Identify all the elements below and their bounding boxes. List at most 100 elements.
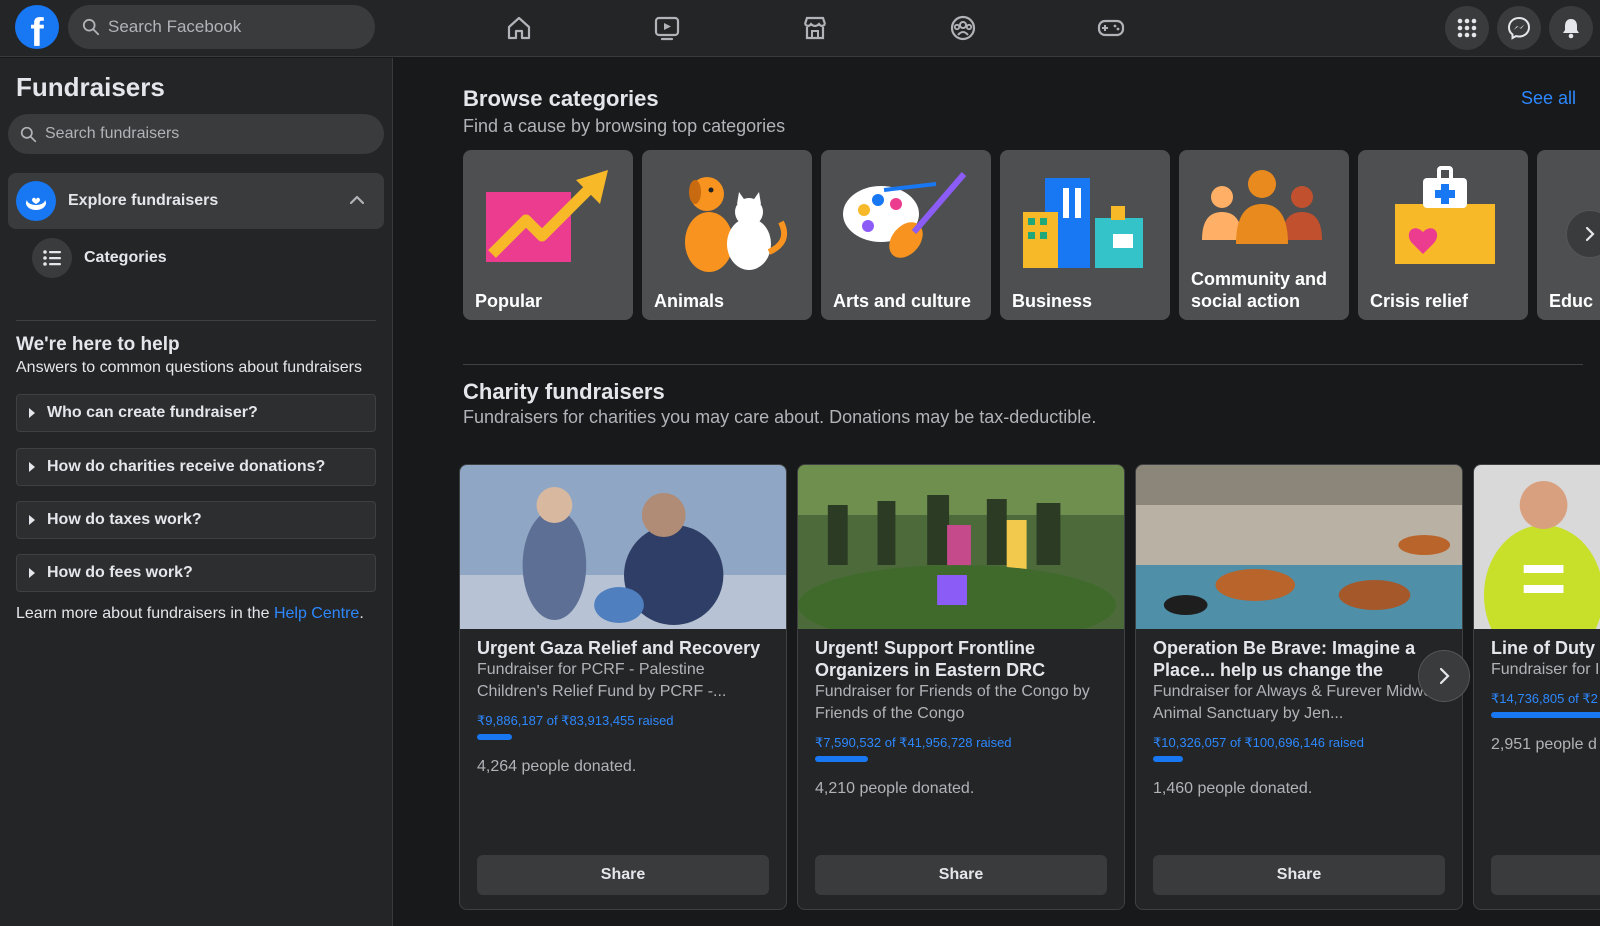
share-button[interactable]: Share bbox=[477, 855, 769, 895]
caret-right-icon bbox=[29, 462, 35, 472]
menu-grid-icon[interactable] bbox=[1445, 6, 1489, 50]
fundraiser-photo bbox=[1474, 465, 1600, 665]
progress-fill bbox=[815, 756, 869, 762]
fundraiser-card[interactable]: Urgent Gaza Relief and Recovery Fundrais… bbox=[459, 464, 787, 910]
fundraiser-card[interactable]: Urgent! Support Frontline Organizers in … bbox=[797, 464, 1125, 910]
learn-more-text: Learn more about fundraisers in the bbox=[16, 605, 274, 622]
fundraiser-details: Urgent! Support Frontline Organizers in … bbox=[815, 637, 1110, 798]
chevron-right-icon bbox=[1585, 226, 1595, 242]
watch-icon[interactable] bbox=[651, 12, 683, 44]
facebook-search-box[interactable] bbox=[68, 5, 375, 49]
fundraiser-organizer: Fundraiser for PCRF - Palestine Children… bbox=[477, 661, 727, 700]
help-centre-note: Learn more about fundraisers in the Help… bbox=[16, 605, 364, 623]
fundraiser-card[interactable]: Operation Be Brave: Imagine a Place... h… bbox=[1135, 464, 1463, 910]
facebook-logo[interactable]: f bbox=[15, 5, 59, 49]
faq-item[interactable]: How do fees work? bbox=[16, 554, 376, 592]
faq-question: Who can create fundraiser? bbox=[47, 404, 258, 421]
donor-count: 4,264 people donated. bbox=[477, 758, 637, 775]
main-content: Browse categories Find a cause by browsi… bbox=[393, 58, 1600, 926]
fundraisers-search-box[interactable] bbox=[8, 114, 384, 154]
notifications-icon[interactable] bbox=[1549, 6, 1593, 50]
category-label: Crisis relief bbox=[1370, 291, 1469, 311]
caret-right-icon bbox=[29, 568, 35, 578]
share-button[interactable]: Share bbox=[815, 855, 1107, 895]
donor-count: 4,210 people donated. bbox=[815, 780, 975, 797]
progress-fill bbox=[1153, 756, 1184, 762]
faq-question: How do charities receive donations? bbox=[47, 458, 326, 475]
category-label: Business bbox=[1012, 291, 1093, 311]
fundraiser-details: Urgent Gaza Relief and Recovery Fundrais… bbox=[477, 637, 772, 776]
category-label: Community and social action bbox=[1191, 269, 1328, 311]
faq-item[interactable]: How do charities receive donations? bbox=[16, 448, 376, 486]
categories-label: Categories bbox=[84, 249, 167, 266]
facebook-search-input[interactable] bbox=[108, 17, 358, 37]
category-card-arts-and-culture[interactable]: Arts and culture bbox=[821, 150, 991, 320]
browse-categories-subtitle: Find a cause by browsing top categories bbox=[463, 116, 786, 136]
progress-bar bbox=[477, 734, 772, 740]
sidebar-divider bbox=[16, 320, 376, 321]
fundraiser-organizer: Fundraiser for Always & Furever Midwest … bbox=[1153, 683, 1445, 722]
fundraiser-details: Line of Duty Joseph McKi Fundraiser for … bbox=[1491, 637, 1600, 754]
faq-item[interactable]: How do taxes work? bbox=[16, 501, 376, 539]
groups-icon[interactable] bbox=[947, 12, 979, 44]
progress-fill bbox=[477, 734, 512, 740]
amount-raised: ₹7,590,532 of ₹41,956,728 raised bbox=[815, 735, 1012, 750]
fundraiser-title[interactable]: Urgent! Support Frontline Organizers in … bbox=[815, 637, 1110, 681]
category-label: Popular bbox=[475, 291, 543, 311]
category-card-animals[interactable]: Animals bbox=[642, 150, 812, 320]
people-group-icon bbox=[1202, 170, 1322, 244]
progress-bar bbox=[815, 756, 1110, 762]
browse-categories-title: Browse categories bbox=[463, 86, 659, 111]
fundraiser-card[interactable]: Line of Duty Joseph McKi Fundraiser for … bbox=[1473, 464, 1600, 910]
buildings-icon bbox=[1023, 178, 1143, 268]
search-icon bbox=[82, 18, 100, 36]
category-carousel: Popular Animals Arts and culture Busines… bbox=[463, 150, 1600, 320]
fundraiser-photo bbox=[460, 465, 786, 629]
category-card-community[interactable]: Community and social action bbox=[1179, 150, 1349, 320]
fundraiser-title[interactable]: Line of Duty Joseph McKi bbox=[1491, 637, 1600, 659]
charity-fundraisers-subtitle: Fundraisers for charities you may care a… bbox=[463, 407, 1097, 427]
amount-raised: ₹9,886,187 of ₹83,913,455 raised bbox=[477, 713, 674, 728]
home-icon[interactable] bbox=[503, 12, 535, 44]
top-navigation-bar: f bbox=[0, 0, 1600, 57]
dog-cat-icon bbox=[685, 177, 787, 272]
caret-right-icon bbox=[29, 408, 35, 418]
faq-item[interactable]: Who can create fundraiser? bbox=[16, 394, 376, 432]
progress-bar bbox=[1491, 712, 1600, 718]
see-all-link[interactable]: See all bbox=[1521, 88, 1576, 109]
page-title: Fundraisers bbox=[16, 72, 165, 102]
donor-count: 1,460 people donated. bbox=[1153, 780, 1313, 797]
fundraiser-photo bbox=[798, 465, 1124, 645]
facebook-logo-letter: f bbox=[30, 11, 44, 49]
trending-chart-icon bbox=[486, 170, 608, 262]
share-button[interactable]: Share bbox=[1491, 855, 1600, 895]
fundraisers-search-input[interactable] bbox=[45, 125, 365, 143]
category-label: Educ bbox=[1549, 291, 1594, 311]
caret-right-icon bbox=[29, 515, 35, 525]
fundraisers-next-button[interactable] bbox=[1418, 650, 1470, 702]
categories-item[interactable]: Categories bbox=[32, 238, 167, 278]
palette-violin-icon bbox=[843, 172, 967, 258]
progress-fill bbox=[1491, 712, 1600, 718]
list-icon bbox=[32, 238, 72, 278]
help-centre-link[interactable]: Help Centre bbox=[274, 605, 359, 622]
fundraiser-title[interactable]: Operation Be Brave: Imagine a Place... h… bbox=[1153, 637, 1448, 681]
first-aid-icon bbox=[1395, 166, 1495, 264]
category-card-business[interactable]: Business bbox=[1000, 150, 1170, 320]
explore-fundraisers-item[interactable]: Explore fundraisers bbox=[8, 173, 384, 229]
share-button[interactable]: Share bbox=[1153, 855, 1445, 895]
chevron-up-icon[interactable] bbox=[348, 191, 366, 209]
charity-fundraisers-title: Charity fundraisers bbox=[463, 379, 665, 404]
gaming-icon[interactable] bbox=[1095, 12, 1127, 44]
fundraiser-details: Operation Be Brave: Imagine a Place... h… bbox=[1153, 637, 1448, 798]
fundraisers-sidebar: Fundraisers Explore fundraisers Categori… bbox=[0, 58, 393, 926]
fundraiser-organizer: Fundraiser for Friends of the Congo by F… bbox=[815, 683, 1090, 722]
marketplace-icon[interactable] bbox=[799, 12, 831, 44]
category-card-crisis-relief[interactable]: Crisis relief bbox=[1358, 150, 1528, 320]
explore-fundraisers-label: Explore fundraisers bbox=[68, 192, 219, 209]
category-label: Animals bbox=[654, 291, 725, 311]
fundraiser-title[interactable]: Urgent Gaza Relief and Recovery bbox=[477, 637, 772, 659]
messenger-icon[interactable] bbox=[1497, 6, 1541, 50]
category-card-popular[interactable]: Popular bbox=[463, 150, 633, 320]
section-divider bbox=[463, 364, 1583, 365]
